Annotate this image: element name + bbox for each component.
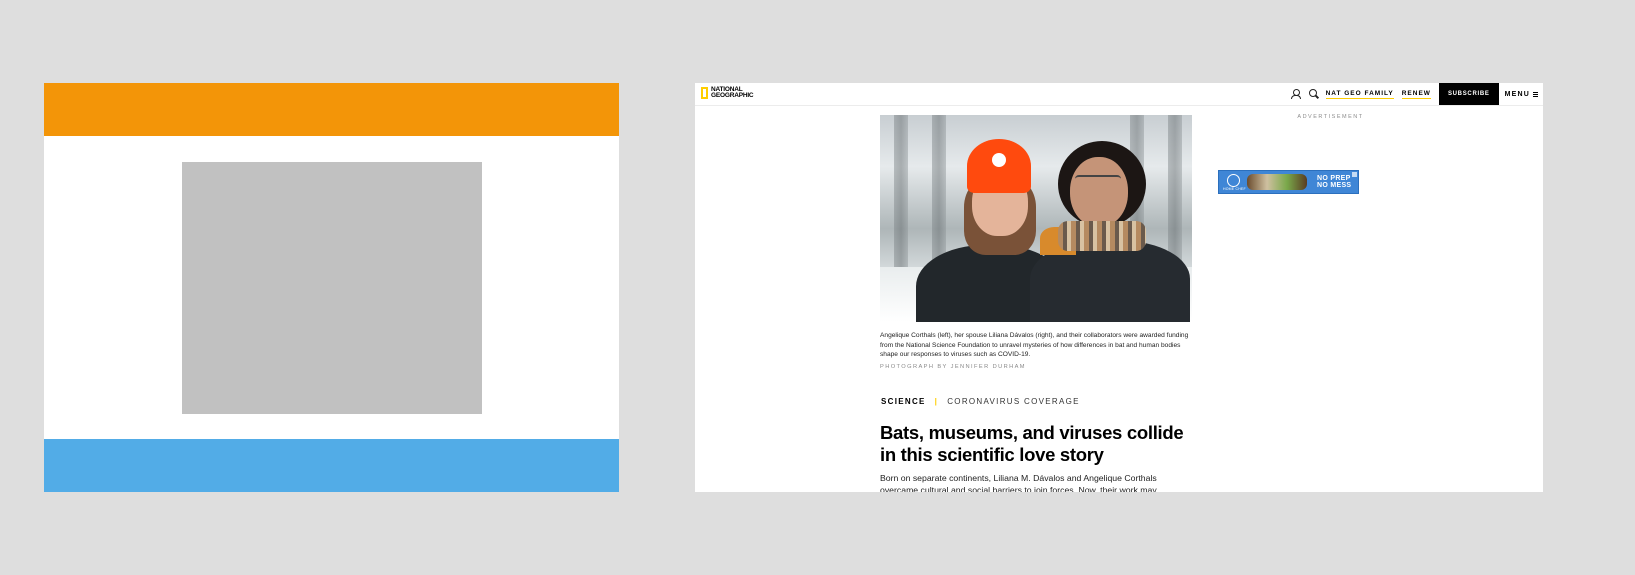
kicker-separator: |	[934, 397, 939, 406]
menu-button[interactable]: MENU	[1505, 91, 1538, 98]
article-dek: Born on separate continents, Liliana M. …	[880, 473, 1157, 492]
right-person-face	[1070, 157, 1128, 227]
ad-brand-name: HOME CHEF	[1223, 187, 1246, 191]
wireframe-content-block	[182, 162, 482, 414]
user-icon[interactable]	[1290, 88, 1302, 100]
kicker-section-link[interactable]: SCIENCE	[881, 397, 926, 406]
advertisement-label: ADVERTISEMENT	[1297, 114, 1364, 120]
website-screenshot: NATIONAL GEOGRAPHIC NAT GEO FAMILY RENEW…	[695, 83, 1543, 492]
subscribe-button[interactable]: SUBSCRIBE	[1438, 83, 1499, 105]
ad-copy: NO PREP NO MESS	[1317, 175, 1351, 189]
kicker-topic-link[interactable]: CORONAVIRUS COVERAGE	[947, 397, 1080, 406]
right-person-scarf	[1058, 221, 1146, 251]
search-icon[interactable]	[1308, 88, 1320, 100]
advertisement-banner[interactable]: HOME CHEF NO PREP NO MESS	[1218, 170, 1359, 194]
ad-brand-logo-icon	[1227, 174, 1240, 187]
site-logo[interactable]: NATIONAL GEOGRAPHIC	[701, 86, 754, 99]
article-headline: Bats, museums, and viruses collide in th…	[880, 422, 1184, 465]
hero-photo	[880, 115, 1192, 322]
ad-line-2: NO MESS	[1317, 182, 1352, 189]
yellow-border-logo-icon	[701, 87, 708, 99]
logo-line-2: GEOGRAPHIC	[711, 92, 754, 99]
right-person-glasses	[1075, 175, 1121, 187]
nav-link-nat-geo-family[interactable]: NAT GEO FAMILY	[1325, 90, 1394, 99]
wireframe-footer-block	[44, 439, 619, 492]
article-kicker: SCIENCE | CORONAVIRUS COVERAGE	[881, 397, 1080, 406]
top-navigation-bar: NATIONAL GEOGRAPHIC NAT GEO FAMILY RENEW…	[695, 83, 1543, 106]
hamburger-icon	[1533, 91, 1538, 97]
photo-caption: Angelique Corthals (left), her spouse Li…	[880, 332, 1189, 358]
nav-right-group: NAT GEO FAMILY RENEW SUBSCRIBE MENU	[1290, 83, 1543, 105]
layout-wireframe	[44, 83, 619, 492]
logo-wordmark: NATIONAL GEOGRAPHIC	[711, 86, 754, 99]
ad-choices-icon[interactable]	[1352, 172, 1357, 177]
beanie-patch	[992, 153, 1006, 167]
ad-meal-image	[1247, 174, 1307, 190]
menu-label: MENU	[1504, 90, 1530, 98]
nav-link-renew[interactable]: RENEW	[1401, 90, 1431, 99]
photo-credit: PHOTOGRAPH BY JENNIFER DURHAM	[880, 364, 1026, 370]
ad-line-1: NO PREP	[1317, 175, 1351, 182]
wireframe-header-block	[44, 83, 619, 136]
